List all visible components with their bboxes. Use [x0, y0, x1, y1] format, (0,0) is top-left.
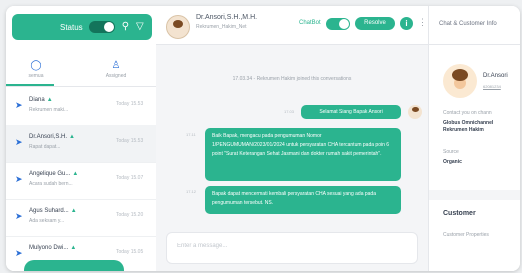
conversation-time: Today 15.53: [116, 101, 144, 107]
message-composer: [166, 232, 418, 264]
channel-icon: ➤: [15, 100, 23, 110]
customer-heading: Customer: [443, 210, 476, 217]
user-icon: ♙: [111, 60, 121, 71]
conversation-name: Dr.Ansori,S.H.: [29, 134, 68, 140]
conversation-name: Angelique Gu...: [29, 171, 71, 177]
chat-header: Dr.Ansori,S.H.,M.H. Rekrumen_Hakim_Net C…: [156, 6, 428, 45]
conversation-item[interactable]: ➤ Diana ▲ Rekrumen maki... Today 15.53: [6, 88, 156, 126]
customer-id[interactable]: 62081234: [483, 84, 501, 89]
customer-properties-label: Customer Properties: [443, 232, 489, 238]
conversation-time: Today 15.20: [116, 212, 144, 218]
conversation-sidebar: Status ⚲ ▽ ◯ semua ♙ Assigned ➤ Diana ▲ R…: [6, 6, 157, 271]
conversation-name-wrap: Agus Suhard... ▲: [29, 208, 77, 214]
tab-assigned-label: Assigned: [105, 73, 127, 79]
incoming-message: Baik Bapak, mengacu pada pengumuman Nomo…: [205, 128, 401, 181]
chatbot-label: ChatBot: [299, 20, 321, 26]
chat-panel: Dr.Ansori,S.H.,M.H. Rekrumen_Hakim_Net C…: [156, 6, 428, 271]
verified-icon: ▲: [72, 171, 79, 177]
customer-info-panel: Chat & Customer Info Dr.Ansori 62081234 …: [428, 6, 520, 271]
conversation-tabs: ◯ semua ♙ Assigned: [6, 56, 156, 87]
customer-avatar: [443, 64, 477, 98]
source-value: Organic: [443, 159, 462, 165]
customer-name: Dr.Ansori: [483, 73, 508, 79]
verified-icon: ▲: [46, 97, 53, 103]
channel-icon: ➤: [15, 211, 23, 221]
conversation-time: Today 15.05: [116, 249, 144, 255]
conversation-preview: Acara sudah bern...: [29, 181, 73, 187]
conversation-name: Mulyono Dwi...: [29, 245, 69, 251]
conversation-preview: Ada seksam y...: [29, 218, 65, 224]
channel-icon: ➤: [15, 137, 23, 147]
incoming-message: Bapak dapat mencermati kembali persyarat…: [205, 186, 401, 214]
info-panel-header: Chat & Customer Info: [429, 6, 520, 45]
search-icon[interactable]: ⚲: [122, 22, 129, 32]
system-message: 17.03.34 - Rekrumen Hakim joined this co…: [232, 76, 352, 82]
tab-assigned[interactable]: ♙ Assigned: [86, 60, 146, 79]
conversation-name: Diana: [29, 97, 45, 103]
tab-all-label: semua: [28, 73, 44, 79]
conversation-name-wrap: Diana ▲: [29, 97, 53, 103]
active-tab-indicator: [6, 84, 54, 86]
message-input[interactable]: [175, 242, 399, 250]
conversation-name: Agus Suhard...: [29, 208, 69, 214]
verified-icon: ▲: [69, 134, 75, 140]
outgoing-message: Selamat Siang Bapak Ansori: [301, 105, 401, 119]
info-panel-title: Chat & Customer Info: [439, 21, 497, 27]
contact-channel-value: Globus Omnichannel Rekrumen Hakim: [443, 120, 494, 133]
conversation-time: Today 15.07: [116, 175, 144, 181]
conversation-name-wrap: Dr.Ansori,S.H. ▲: [29, 134, 75, 140]
message-time: 17.12: [186, 189, 197, 194]
status-toggle[interactable]: [88, 21, 115, 33]
section-divider: [429, 190, 520, 200]
new-conversation-button[interactable]: [24, 260, 124, 271]
conversation-item[interactable]: ➤ Agus Suhard... ▲ Ada seksam y... Today …: [6, 199, 156, 237]
contact-channel-label: Contact you on chann: [443, 110, 492, 116]
channel-icon: ➤: [15, 174, 23, 184]
conversation-name-wrap: Angelique Gu... ▲: [29, 171, 78, 177]
contact-name: Dr.Ansori,S.H.,M.H.: [196, 14, 258, 21]
sidebar-toolbar: Status ⚲ ▽: [12, 14, 152, 40]
conversation-name-wrap: Mulyono Dwi... ▲: [29, 245, 76, 251]
conversation-time: Today 15.53: [116, 138, 144, 144]
chatbot-toggle[interactable]: [326, 18, 350, 30]
message-time: 17.11: [186, 132, 196, 137]
resolve-button[interactable]: Resolve: [355, 17, 395, 30]
conversation-preview: Rapat dapat...: [29, 144, 61, 150]
tab-all[interactable]: ◯ semua: [6, 60, 66, 79]
verified-icon: ▲: [70, 245, 77, 251]
channel-icon: ➤: [15, 248, 23, 258]
contact-subtitle: Rekrumen_Hakim_Net: [196, 24, 247, 30]
avatar[interactable]: [166, 15, 190, 39]
verified-icon: ▲: [70, 208, 77, 214]
conversation-item[interactable]: ➤ Angelique Gu... ▲ Acara sudah bern... T…: [6, 162, 156, 200]
filter-icon[interactable]: ▽: [136, 22, 144, 32]
message-time: 17.03: [284, 109, 295, 114]
source-label: Source: [443, 149, 459, 155]
app-window: Status ⚲ ▽ ◯ semua ♙ Assigned ➤ Diana ▲ R…: [6, 6, 520, 271]
conversation-item[interactable]: ➤ Dr.Ansori,S.H. ▲ Rapat dapat... Today 1…: [6, 125, 156, 163]
info-icon[interactable]: i: [400, 17, 413, 30]
agent-avatar: [408, 105, 422, 119]
status-label: Status: [60, 22, 83, 32]
more-options-icon[interactable]: ⋮: [418, 17, 427, 28]
chat-icon: ◯: [30, 60, 42, 71]
conversation-preview: Rekrumen maki...: [29, 107, 69, 113]
